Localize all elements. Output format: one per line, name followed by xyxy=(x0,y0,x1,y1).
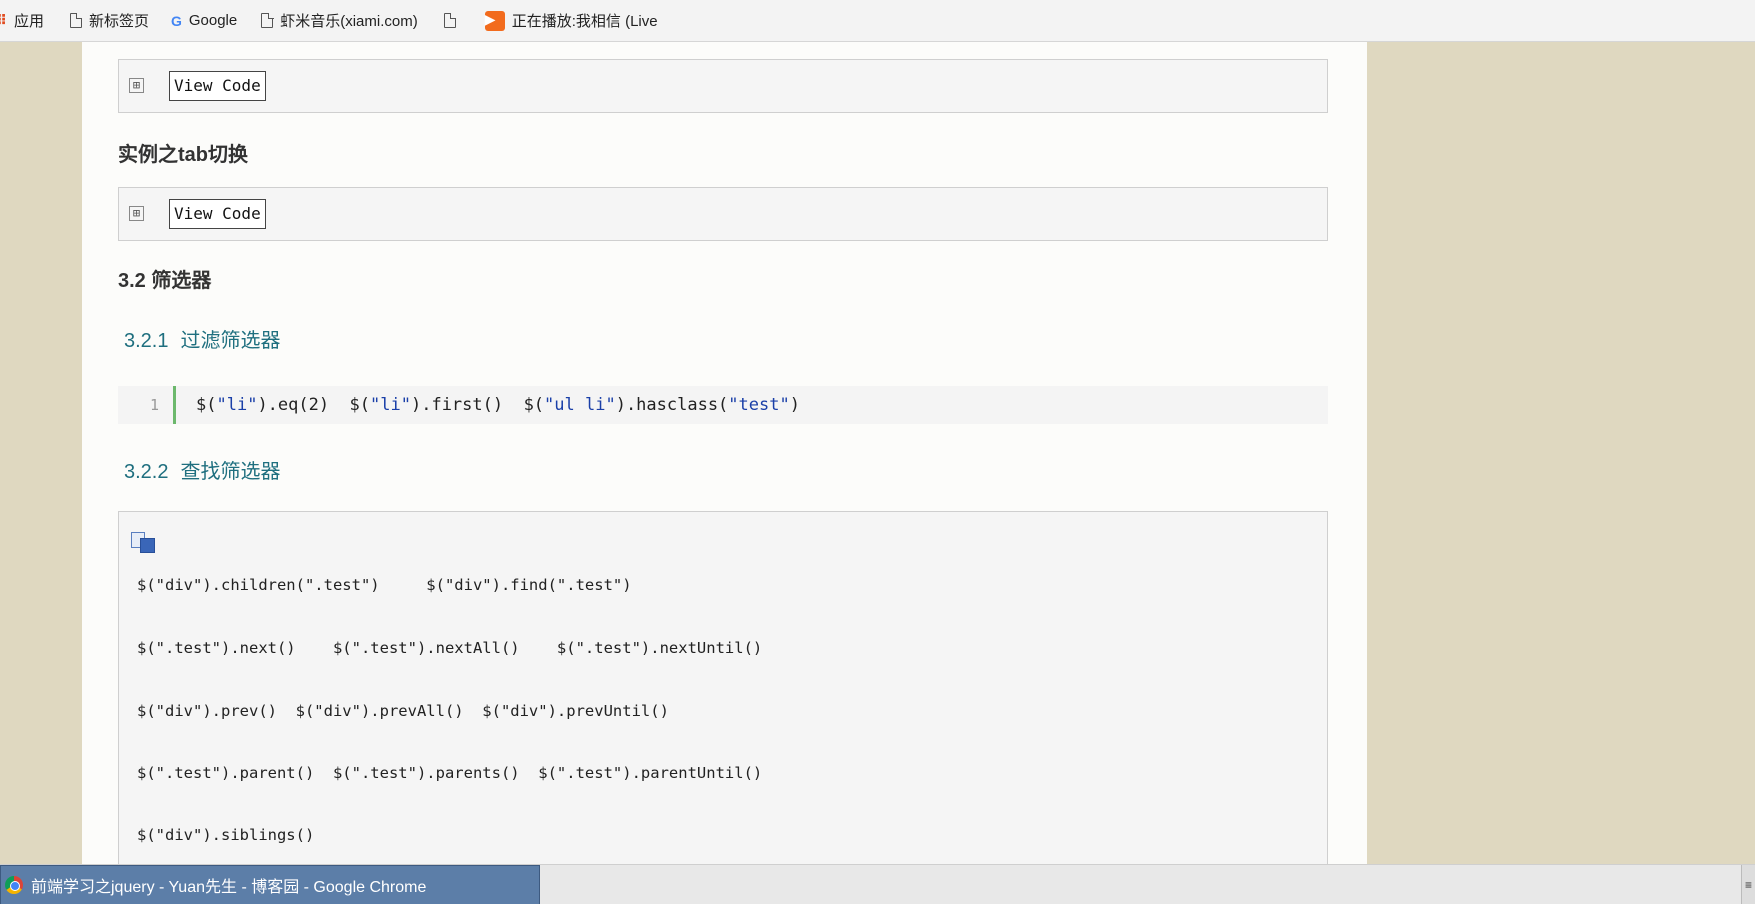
page-icon xyxy=(261,12,274,28)
bookmark-label: 正在播放:我相信 (Live xyxy=(511,13,658,30)
section-title: 过滤筛选器 xyxy=(180,330,281,352)
bookmark-blank[interactable] xyxy=(436,6,471,36)
view-code-button[interactable]: View Code xyxy=(169,199,266,229)
code-row: $("div").siblings() xyxy=(137,826,315,844)
section-number: 3.2.2 xyxy=(124,461,169,483)
section-title: 查找筛选器 xyxy=(180,461,281,483)
code-text: $("li").eq(2) $("li").first() $("ul li")… xyxy=(196,386,800,424)
code-token: ).hasclass( xyxy=(615,395,729,415)
tab-example-heading: 实例之tab切换 xyxy=(118,144,248,166)
collapsed-code-block: ⊞ View Code xyxy=(118,59,1328,113)
filter-subheading: 3.2.1 过滤筛选器 xyxy=(124,324,280,353)
inline-code-line: 1 $("li").eq(2) $("li").first() $("ul li… xyxy=(118,386,1328,424)
code-string: "ul li" xyxy=(544,395,616,415)
find-subheading: 3.2.2 查找筛选器 xyxy=(124,455,280,484)
line-number: 1 xyxy=(118,386,176,424)
code-token: ).eq(2) $( xyxy=(257,395,371,415)
code-token: ) xyxy=(789,395,800,415)
bookmark-label: 新标签页 xyxy=(88,13,149,30)
chrome-taskbar-button[interactable]: 前端学习之jquery - Yuan先生 - 博客园 - Google Chro… xyxy=(0,865,540,904)
bookmark-apps[interactable]: ⠿ 应用 xyxy=(0,6,52,36)
expand-icon[interactable]: ⊞ xyxy=(129,206,144,221)
apps-icon: ⠿ xyxy=(0,12,7,28)
code-string: "li" xyxy=(370,395,411,415)
copy-code-icon[interactable] xyxy=(131,532,157,554)
bookmark-label: Google xyxy=(188,12,238,29)
chrome-icon xyxy=(5,876,23,894)
bookmark-label: 应用 xyxy=(13,13,44,30)
google-icon: G xyxy=(170,12,182,29)
bookmark-google[interactable]: G Google xyxy=(163,6,245,36)
bookmark-now-playing[interactable]: ▶ 正在播放:我相信 (Live xyxy=(477,6,666,36)
code-row: $(".test").next() $(".test").nextAll() $… xyxy=(137,639,763,657)
taskbar: 前端学习之jquery - Yuan先生 - 博客园 - Google Chro… xyxy=(0,864,1755,904)
show-desktop-button[interactable]: ≡ xyxy=(1741,865,1755,904)
code-row: $("div").prev() $("div").prevAll() $("di… xyxy=(137,702,669,720)
filter-heading: 3.2 筛选器 xyxy=(118,270,212,292)
code-string: "li" xyxy=(216,395,258,415)
article-content: ⊞ View Code 实例之tab切换 ⊞ View Code 3.2 筛选器… xyxy=(82,42,1367,864)
section-number: 3.2.1 xyxy=(124,330,169,352)
bookmarks-bar: ⠿ 应用 新标签页 G Google 虾米音乐(xiami.com) ▶ 正在播… xyxy=(0,0,1755,42)
bookmark-xiami[interactable]: 虾米音乐(xiami.com) xyxy=(253,6,426,36)
code-block: $("div").children(".test") $("div").find… xyxy=(118,511,1328,864)
page-icon xyxy=(69,12,83,28)
play-icon: ▶ xyxy=(484,10,505,31)
expand-icon[interactable]: ⊞ xyxy=(129,78,144,93)
view-code-button[interactable]: View Code xyxy=(169,71,266,101)
bookmark-new-tab[interactable]: 新标签页 xyxy=(62,6,157,36)
bookmark-label: 虾米音乐(xiami.com) xyxy=(280,13,418,30)
page-icon xyxy=(443,12,457,28)
code-row: $("div").children(".test") $("div").find… xyxy=(137,576,632,594)
code-string: "test" xyxy=(728,395,790,415)
code-row: $(".test").parent() $(".test").parents()… xyxy=(137,764,763,782)
window-title: 前端学习之jquery - Yuan先生 - 博客园 - Google Chro… xyxy=(31,879,427,896)
collapsed-code-block: ⊞ View Code xyxy=(118,187,1328,241)
code-token: $( xyxy=(196,395,217,415)
code-token: ).first() $( xyxy=(410,395,545,415)
